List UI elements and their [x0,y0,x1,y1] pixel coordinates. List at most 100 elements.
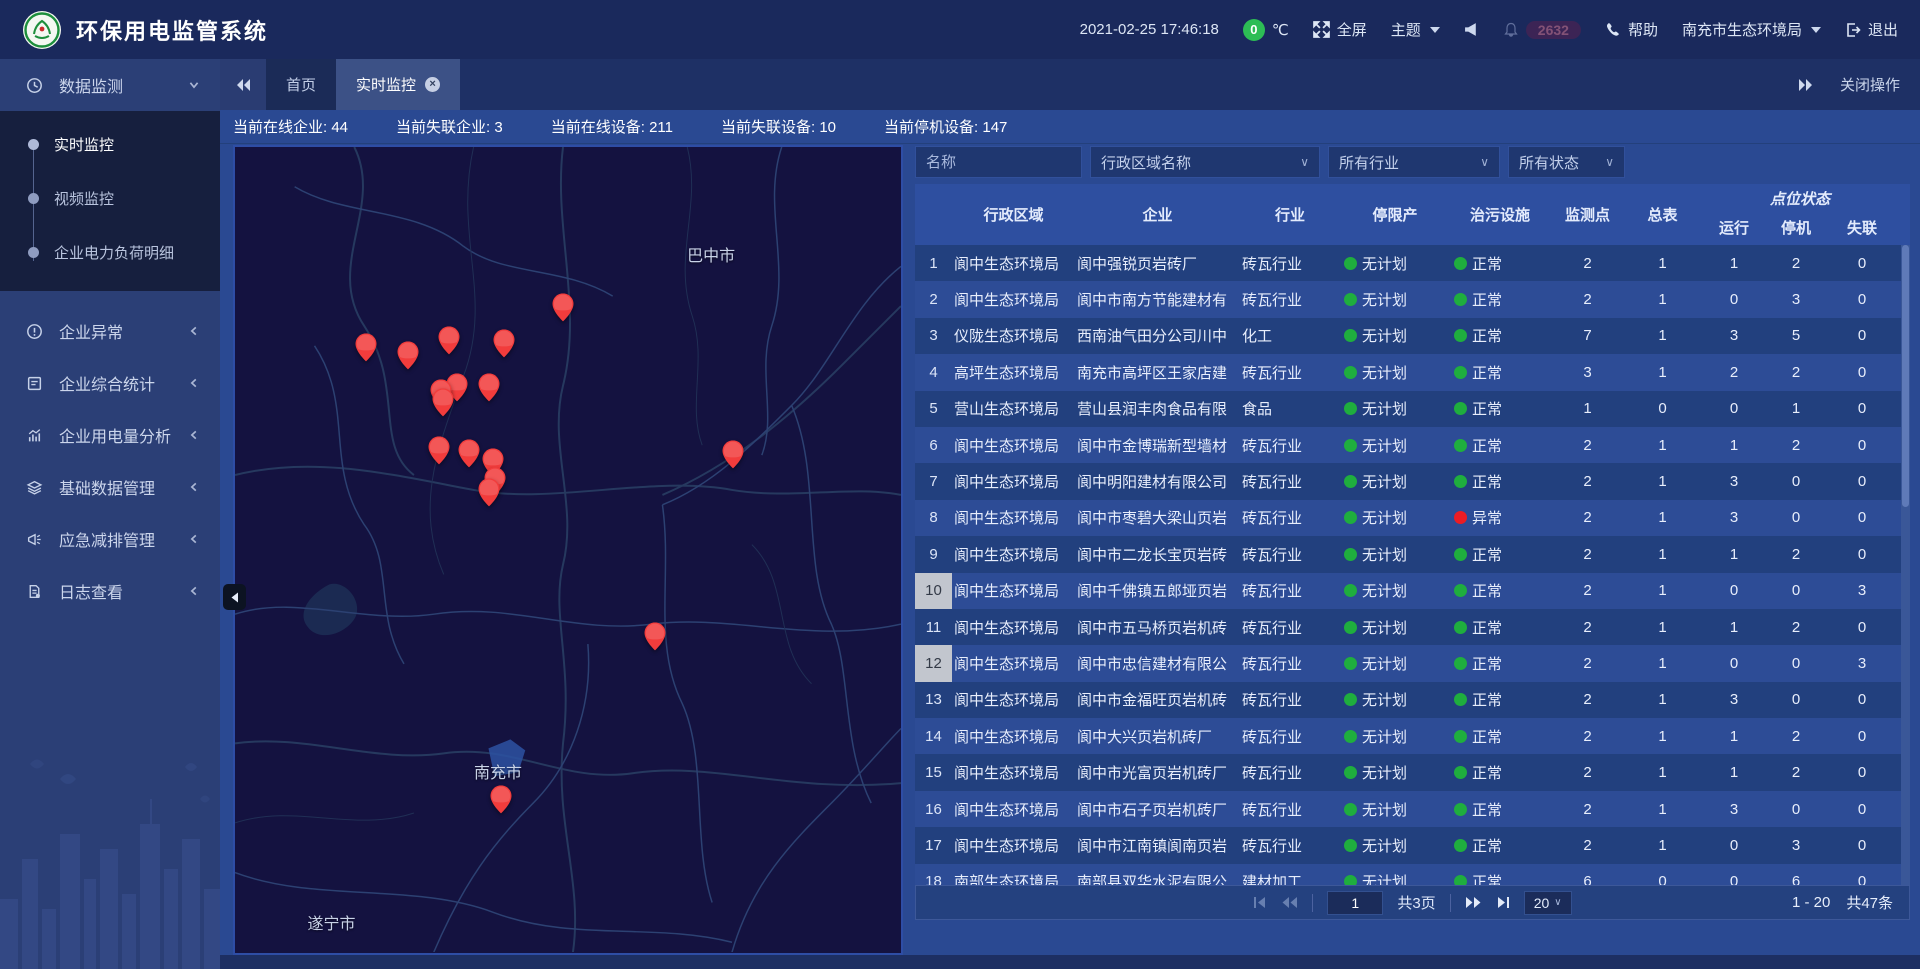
status-text: 正常 [1472,580,1502,601]
table-row[interactable]: 10阆中生态环境局阆中千佛镇五郎垭页岩砖瓦行业无计划正常21003 [915,573,1910,609]
map-pin-icon[interactable] [459,439,480,467]
status-text: 无计划 [1362,435,1407,456]
table-row[interactable]: 8阆中生态环境局阆中市枣碧大梁山页岩砖瓦行业无计划异常21300 [915,500,1910,536]
map-pin-icon[interactable] [479,479,500,507]
cell-running: 1 [1700,546,1768,563]
row-number: 17 [915,827,952,863]
cell-region: 仪陇生态环境局 [952,325,1075,346]
scrollbar-thumb[interactable] [1902,245,1909,507]
status-select[interactable]: 所有状态 ∨ [1508,146,1625,178]
cell-running: 3 [1700,691,1768,708]
fullscreen-button[interactable]: 全屏 [1313,19,1367,40]
layers-icon [26,479,43,496]
last-page-button[interactable] [1496,896,1510,909]
row-number: 4 [915,354,952,390]
sidebar-item-emergency-reduction[interactable]: 应急减排管理 [0,513,220,565]
cell-running: 3 [1700,509,1768,526]
app-logo-icon [22,10,62,50]
status-text: 正常 [1472,653,1502,674]
sidebar-item-enterprise-statistics[interactable]: 企业综合统计 [0,357,220,409]
industry-select[interactable]: 所有行业 ∨ [1328,146,1500,178]
logout-label: 退出 [1868,19,1898,40]
help-button[interactable]: 帮助 [1605,19,1658,40]
next-page-button[interactable] [1465,896,1482,909]
map-pin-icon[interactable] [723,441,744,469]
col-header-limit: 停限产 [1340,184,1450,245]
table-rows: 1阆中生态环境局阆中强锐页岩砖厂砖瓦行业无计划正常211202阆中生态环境局阆中… [915,245,1910,885]
cell-points: 2 [1550,837,1625,854]
table-row[interactable]: 13阆中生态环境局阆中市金福旺页岩机砖砖瓦行业无计划正常21300 [915,682,1910,718]
map-pin-icon[interactable] [429,436,450,464]
sidebar-item-data-monitoring[interactable]: 数据监测 [0,59,220,111]
table-row[interactable]: 5营山生态环境局营山县润丰肉食品有限食品无计划正常10010 [915,391,1910,427]
map-collapse-button[interactable] [223,584,246,610]
map-pin-icon[interactable] [490,786,511,814]
cell-facility-status: 正常 [1450,689,1550,710]
table-row[interactable]: 2阆中生态环境局阆中市南方节能建材有砖瓦行业无计划正常21030 [915,281,1910,317]
map-pin-icon[interactable] [494,330,515,358]
first-page-button[interactable] [1253,896,1267,909]
table-row[interactable]: 17阆中生态环境局阆中市江南镇阆南页岩砖瓦行业无计划正常21030 [915,827,1910,863]
close-operations-button[interactable]: 关闭操作 [1840,74,1900,95]
table-row[interactable]: 1阆中生态环境局阆中强锐页岩砖厂砖瓦行业无计划正常21120 [915,245,1910,281]
close-tab-icon[interactable]: × [425,77,440,92]
tab-bar: 首页 实时监控 × 关闭操作 [220,59,1920,110]
table-scrollbar[interactable] [1901,245,1910,885]
sidebar-item-enterprise-abnormal[interactable]: 企业异常 [0,305,220,357]
name-search-input[interactable] [915,146,1082,178]
cell-region: 阆中生态环境局 [952,799,1075,820]
sidebar-item-video-monitoring[interactable]: 视频监控 [0,171,220,225]
table-row[interactable]: 6阆中生态环境局阆中市金博瑞新型墙材砖瓦行业无计划正常21120 [915,427,1910,463]
cell-offline: 0 [1824,619,1900,636]
cell-points: 2 [1550,546,1625,563]
cell-company: 阆中市石子页岩机砖厂 [1075,799,1240,820]
sidebar-item-log-view[interactable]: 日志查看 [0,565,220,617]
theme-dropdown[interactable]: 主题 [1391,19,1440,40]
map-pin-icon[interactable] [479,374,500,402]
tabs-scroll-left-button[interactable] [220,59,266,110]
table-row[interactable]: 3仪陇生态环境局西南油气田分公司川中化工无计划正常71350 [915,318,1910,354]
region-select[interactable]: 行政区域名称 ∨ [1090,146,1320,178]
chevron-down-icon: ∨ [1554,897,1561,908]
sidebar-item-power-load-detail[interactable]: 企业电力负荷明细 [0,225,220,279]
map-pin-icon[interactable] [432,388,453,416]
table-row[interactable]: 18南部生态环境局南部县双华水泥有限公建材加工无计划正常60060 [915,864,1910,885]
cell-facility-status: 正常 [1450,362,1550,383]
tabs-scroll-right-button[interactable] [1798,78,1814,92]
sidebar-item-base-data[interactable]: 基础数据管理 [0,461,220,513]
table-row[interactable]: 4高坪生态环境局南充市高坪区王家店建砖瓦行业无计划正常31220 [915,354,1910,390]
tab-realtime-monitoring[interactable]: 实时监控 × [336,59,460,110]
table-row[interactable]: 16阆中生态环境局阆中市石子页岩机砖厂砖瓦行业无计划正常21300 [915,791,1910,827]
table-row[interactable]: 12阆中生态环境局阆中市忠信建材有限公砖瓦行业无计划正常21003 [915,645,1910,681]
row-number: 14 [915,718,952,754]
map-pin-icon[interactable] [553,293,574,321]
row-number: 8 [915,500,952,536]
sidebar-item-realtime-monitoring[interactable]: 实时监控 [0,117,220,171]
cell-points: 2 [1550,437,1625,454]
sidebar-submenu: 实时监控 视频监控 企业电力负荷明细 [0,111,220,291]
tab-home[interactable]: 首页 [266,59,336,110]
table-row[interactable]: 7阆中生态环境局阆中明阳建材有限公司砖瓦行业无计划正常21300 [915,463,1910,499]
map-pin-icon[interactable] [356,334,377,362]
cell-points: 1 [1550,400,1625,417]
map-pin-icon[interactable] [645,622,666,650]
page-size-select[interactable]: 20 ∨ [1524,891,1572,915]
page-number-input[interactable] [1327,891,1383,915]
table-row[interactable]: 15阆中生态环境局阆中市光富页岩机砖厂砖瓦行业无计划正常21120 [915,754,1910,790]
col-header-company: 企业 [1075,184,1240,245]
sidebar-item-power-analysis[interactable]: 企业用电量分析 [0,409,220,461]
table-row[interactable]: 9阆中生态环境局阆中市二龙长宝页岩砖砖瓦行业无计划正常21120 [915,536,1910,572]
logout-button[interactable]: 退出 [1845,19,1898,40]
map-pin-icon[interactable] [438,326,459,354]
notifications-button[interactable]: 2632 [1503,21,1581,39]
table-row[interactable]: 14阆中生态环境局阆中大兴页岩机砖厂砖瓦行业无计划正常21120 [915,718,1910,754]
map-canvas[interactable]: 巴中市南充市遂宁市 [235,147,901,953]
cell-meters: 0 [1625,400,1700,417]
table-row[interactable]: 11阆中生态环境局阆中市五马桥页岩机砖砖瓦行业无计划正常21120 [915,609,1910,645]
org-dropdown[interactable]: 南充市生态环境局 [1682,19,1821,40]
status-dot-icon [1344,329,1357,342]
prev-page-button[interactable] [1281,896,1298,909]
map-pin-icon[interactable] [398,342,419,370]
map-panel[interactable]: 巴中市南充市遂宁市 [233,145,903,955]
mute-button[interactable] [1464,22,1479,37]
